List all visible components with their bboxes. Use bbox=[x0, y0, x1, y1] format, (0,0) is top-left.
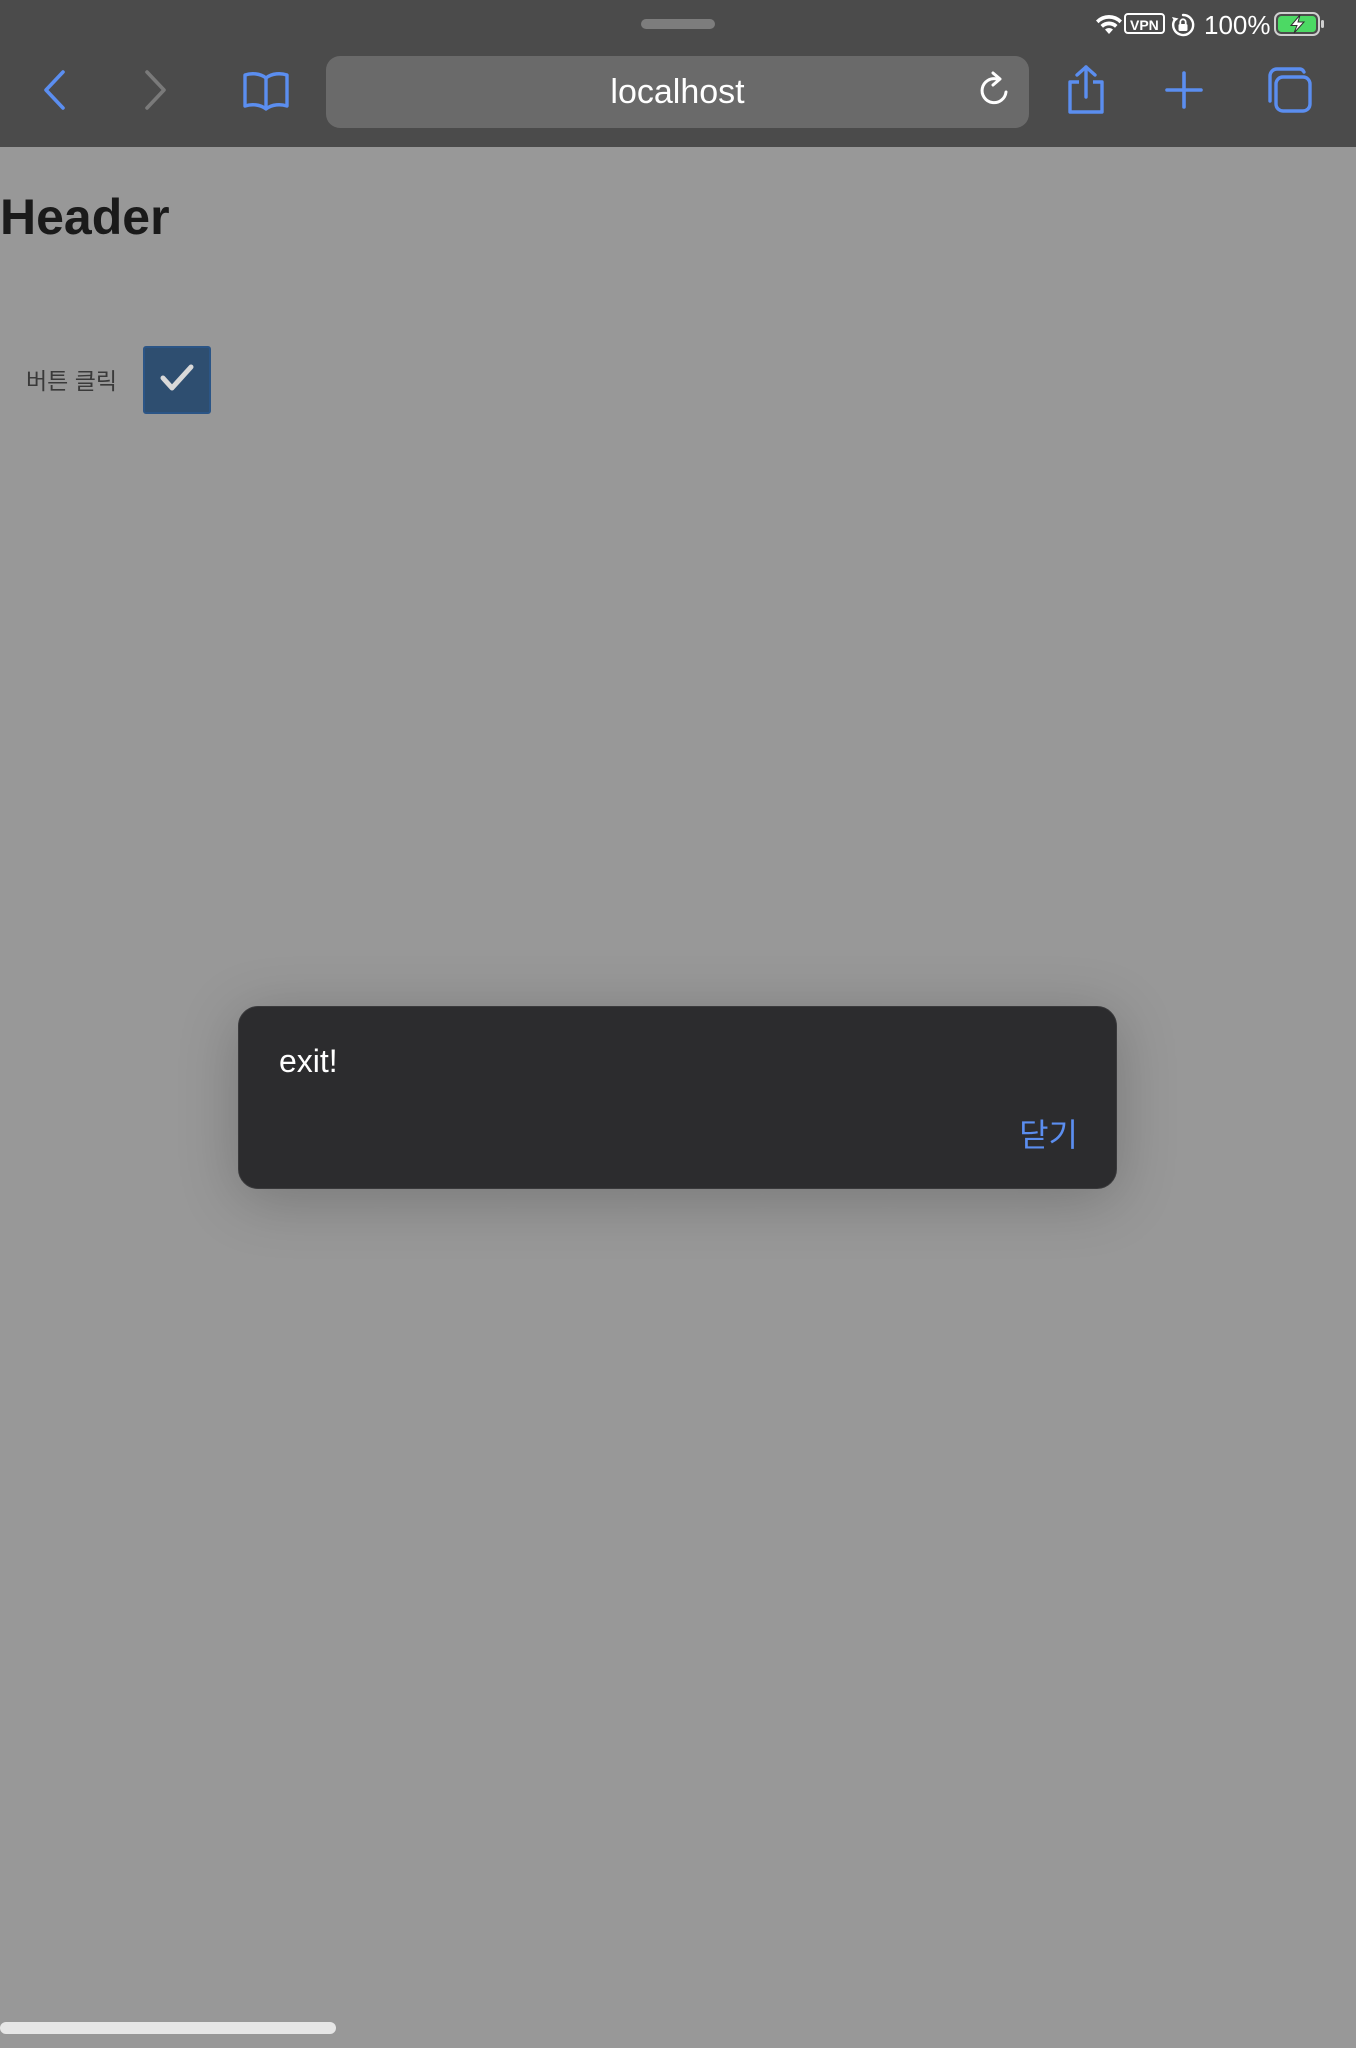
checkbox-label: 버튼 클릭 bbox=[26, 368, 118, 394]
window-grabber[interactable] bbox=[641, 19, 715, 29]
bookmarks-icon bbox=[241, 69, 291, 116]
page-header: Header bbox=[0, 189, 170, 245]
back-button[interactable] bbox=[24, 60, 88, 124]
checkmark-icon bbox=[158, 362, 196, 399]
forward-button[interactable] bbox=[122, 60, 186, 124]
share-button[interactable] bbox=[1054, 60, 1118, 124]
bookmarks-button[interactable] bbox=[234, 60, 298, 124]
reload-icon bbox=[977, 71, 1013, 114]
battery-charging-icon bbox=[1274, 11, 1326, 42]
forward-icon bbox=[136, 68, 172, 117]
checkbox[interactable] bbox=[143, 346, 211, 414]
browser-toolbar: VPN 100% localhost bbox=[0, 0, 1356, 147]
home-indicator[interactable] bbox=[0, 2022, 336, 2034]
alert-message: exit! bbox=[279, 1043, 338, 1079]
back-icon bbox=[38, 68, 74, 117]
vpn-badge: VPN bbox=[1124, 13, 1165, 34]
plus-icon bbox=[1164, 70, 1204, 115]
battery-percent: 100% bbox=[1204, 10, 1271, 40]
alert-close-button[interactable]: 닫기 bbox=[1019, 1115, 1078, 1155]
tabs-overview-button[interactable] bbox=[1256, 60, 1320, 124]
address-bar[interactable]: localhost bbox=[326, 56, 1029, 128]
orientation-lock-icon bbox=[1170, 12, 1196, 43]
share-icon bbox=[1064, 64, 1108, 121]
wifi-icon bbox=[1094, 12, 1124, 41]
url-text: localhost bbox=[610, 73, 745, 111]
alert-dialog: exit! 닫기 bbox=[238, 1006, 1117, 1189]
new-tab-button[interactable] bbox=[1152, 60, 1216, 124]
reload-button[interactable] bbox=[973, 70, 1017, 114]
tabs-icon bbox=[1262, 65, 1314, 120]
